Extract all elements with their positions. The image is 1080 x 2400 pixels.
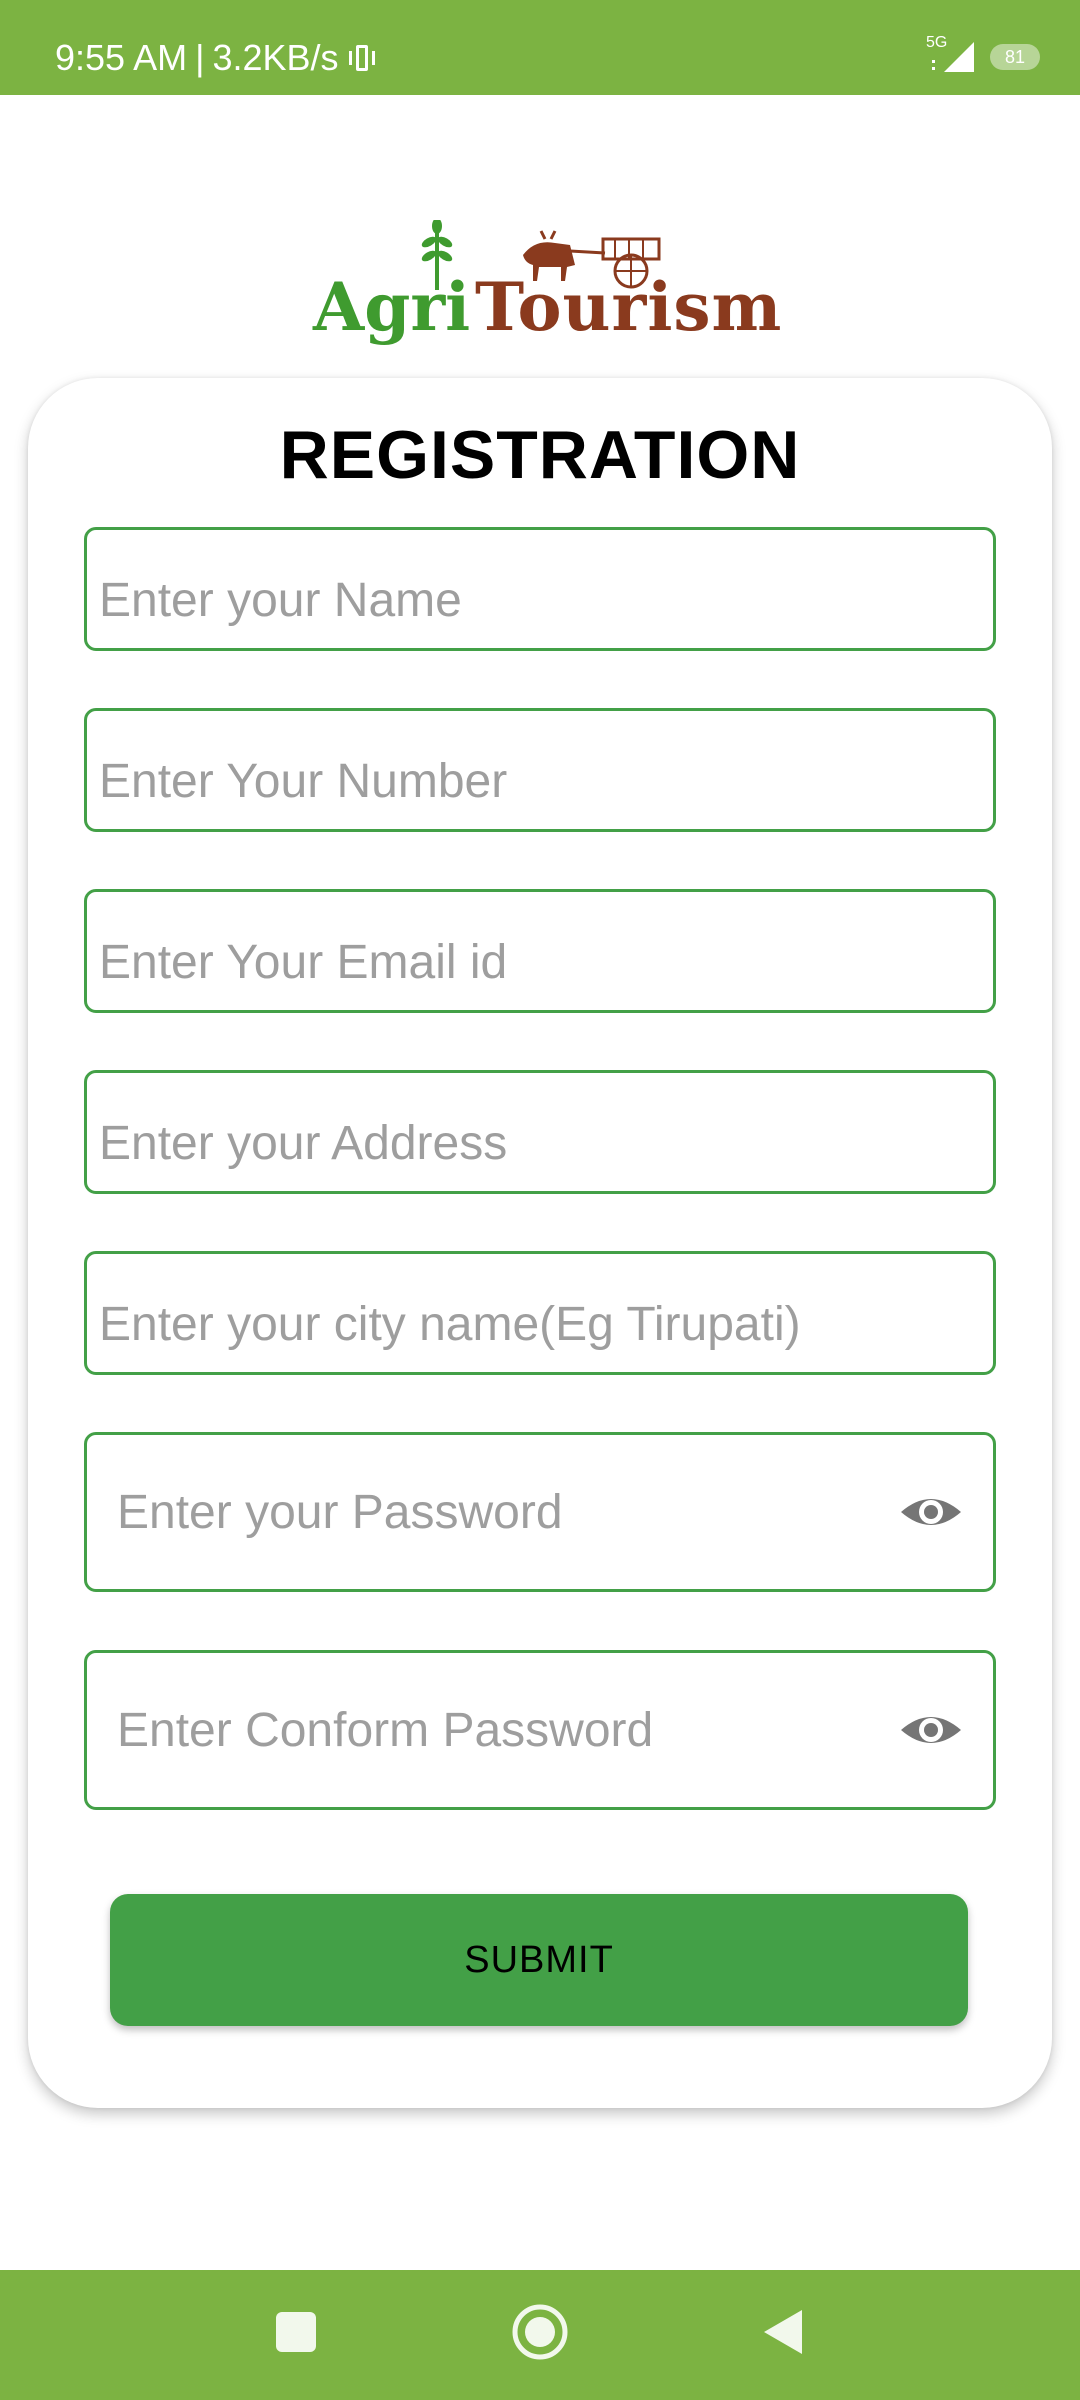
status-right: 5G 81 <box>926 34 1040 74</box>
network-type: 5G <box>926 34 948 51</box>
recents-square-icon[interactable] <box>256 2292 336 2372</box>
number-input[interactable] <box>87 711 993 829</box>
address-input[interactable] <box>87 1073 993 1191</box>
navigation-bar <box>0 2270 1080 2400</box>
back-triangle-icon[interactable] <box>744 2292 824 2372</box>
number-field[interactable] <box>84 708 996 832</box>
logo-word-tourism: Tourism <box>475 268 783 346</box>
name-input[interactable] <box>87 530 993 648</box>
status-time: 9:55 AM <box>55 37 188 78</box>
confirm-password-input[interactable] <box>87 1653 993 1807</box>
battery-icon: 81 <box>990 44 1040 70</box>
vibrate-icon <box>347 41 377 75</box>
logo-word-agri: Agri <box>313 268 471 346</box>
password-field[interactable] <box>84 1432 996 1592</box>
confirm-password-field[interactable] <box>84 1650 996 1810</box>
name-field[interactable] <box>84 527 996 651</box>
eye-icon[interactable] <box>899 1480 963 1544</box>
city-field[interactable] <box>84 1251 996 1375</box>
submit-button[interactable]: SUBMIT <box>110 1894 968 2026</box>
email-field[interactable] <box>84 889 996 1013</box>
status-separator: | <box>195 37 205 78</box>
city-input[interactable] <box>87 1254 993 1372</box>
agri-tourism-logo: Agri Tourism <box>305 220 781 350</box>
address-field[interactable] <box>84 1070 996 1194</box>
status-left: 9:55 AM | 3.2KB/s <box>55 40 377 76</box>
status-speed: 3.2KB/s <box>212 37 339 78</box>
home-circle-icon[interactable] <box>500 2292 580 2372</box>
status-bar: 9:55 AM | 3.2KB/s 5G 81 <box>0 0 1080 95</box>
registration-card: REGISTRATION SUBMIT <box>28 378 1052 2108</box>
password-input[interactable] <box>87 1435 993 1589</box>
signal-icon: 5G <box>926 34 976 74</box>
battery-level: 81 <box>1004 46 1026 67</box>
email-input[interactable] <box>87 892 993 1010</box>
eye-icon[interactable] <box>899 1698 963 1762</box>
registration-title: REGISTRATION <box>279 417 801 493</box>
